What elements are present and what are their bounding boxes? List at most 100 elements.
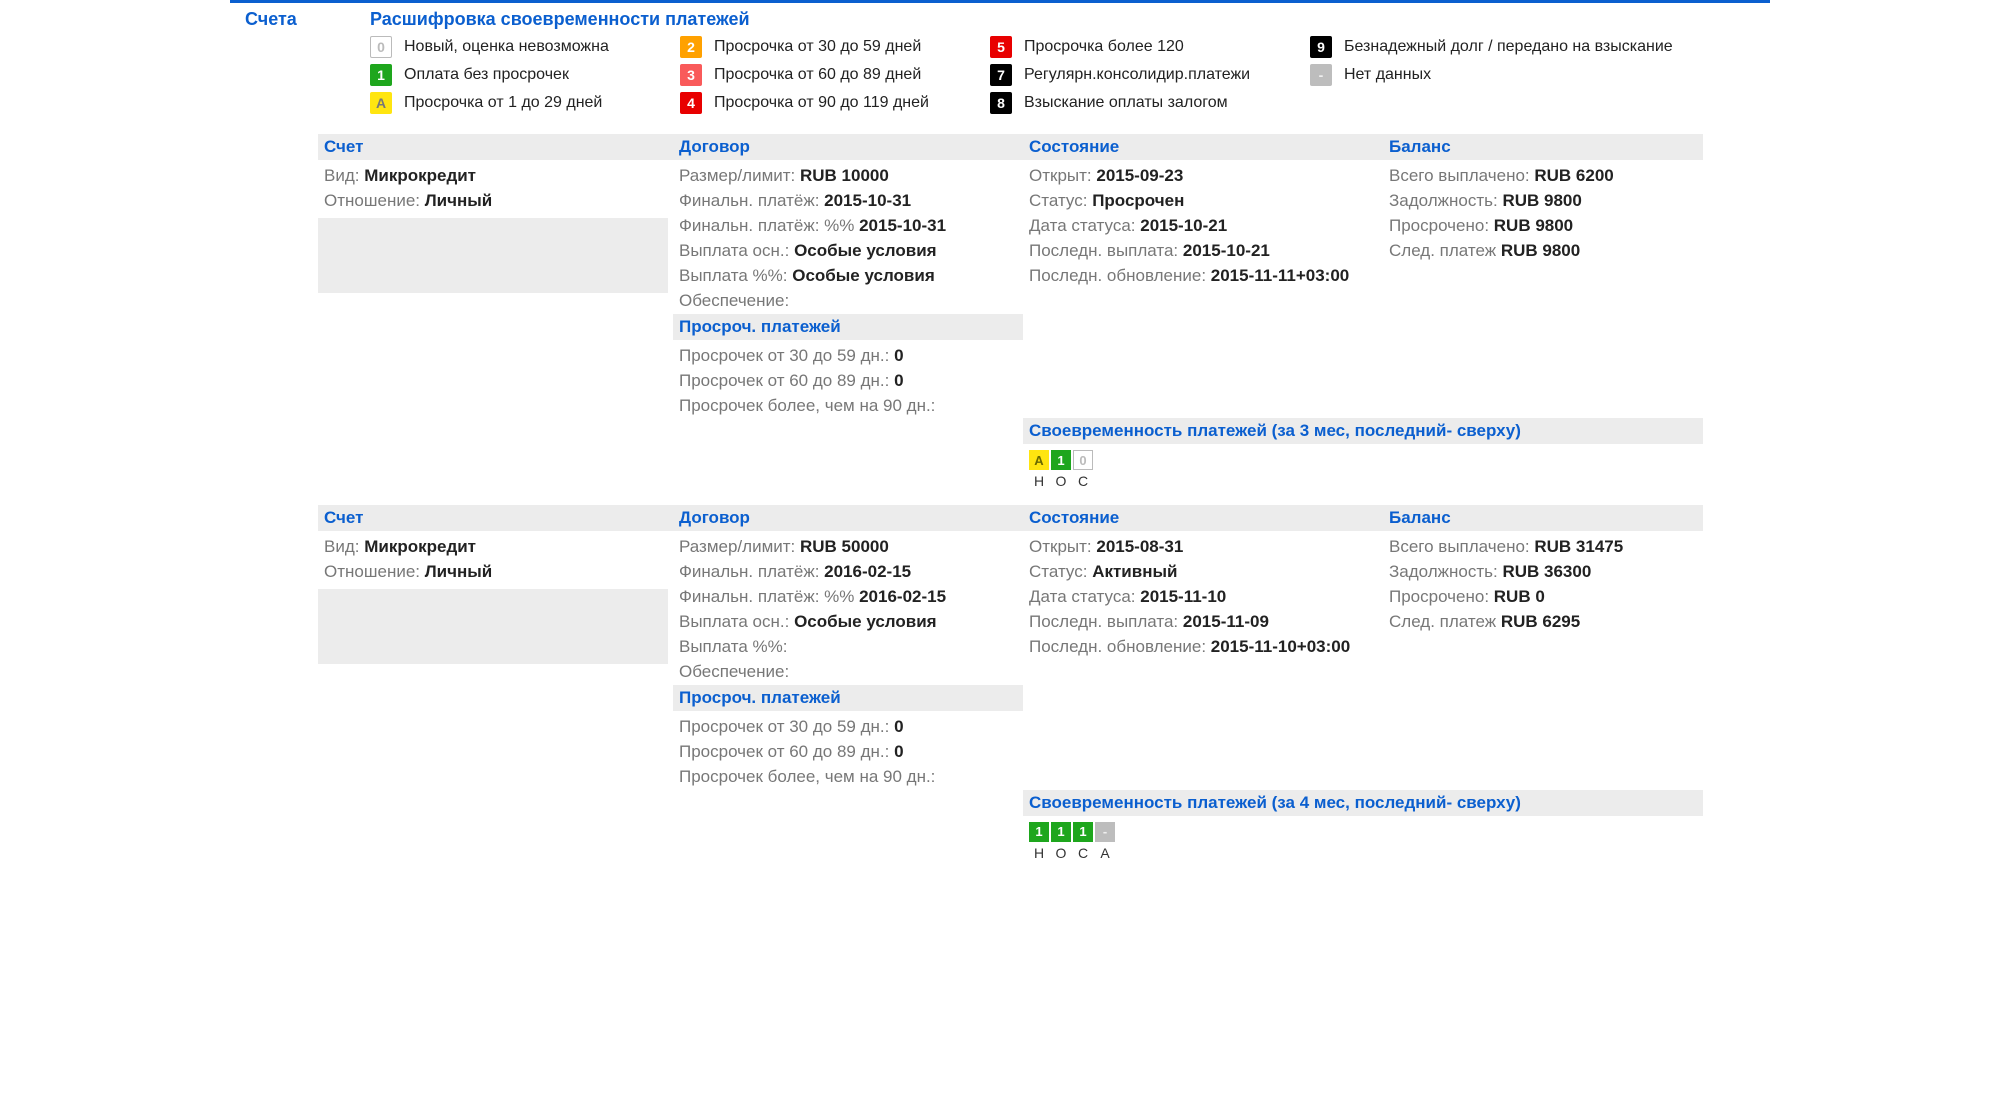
- field: Вид: Микрокредит: [318, 164, 673, 189]
- section-balance: Баланс: [1383, 505, 1703, 531]
- section-state: Состояние: [1023, 505, 1383, 531]
- field: Статус: Активный: [1023, 560, 1383, 585]
- legend-item: 7Регулярн.консолидир.платежи: [990, 64, 1310, 86]
- legend-chip: 9: [1310, 36, 1332, 58]
- field: Всего выплачено: RUB 6200: [1383, 164, 1703, 189]
- legend-chip: 0: [370, 36, 392, 58]
- header: Счета Расшифровка своевременности платеж…: [230, 9, 1770, 120]
- field: Отношение: Личный: [318, 189, 673, 214]
- legend-item: A Просрочка от 1 до 29 дней: [370, 92, 680, 114]
- legend-label: Нет данных: [1344, 66, 1431, 84]
- field: Просрочено: RUB 9800: [1383, 214, 1703, 239]
- timeliness-square: -: [1095, 822, 1115, 842]
- field: Размер/лимит: RUB 10000: [673, 164, 1023, 189]
- field: Финальн. платёж: %% 2016-02-15: [673, 585, 1023, 610]
- field: Последн. обновление: 2015-11-11+03:00: [1023, 264, 1383, 289]
- field: Просрочек от 30 до 59 дн.: 0: [673, 715, 1023, 740]
- legend-label: Оплата без просрочек: [404, 66, 569, 84]
- section-account: Счет: [318, 134, 673, 160]
- section-late: Просроч. платежей: [673, 685, 1023, 711]
- legend-item: 8 Взыскание оплаты залогом: [990, 92, 1310, 114]
- field: Последн. обновление: 2015-11-10+03:00: [1023, 635, 1383, 660]
- legend-item: 9 Безнадежный долг / передано на взыскани…: [1310, 36, 1730, 58]
- legend-item: 5 Просрочка более 120: [990, 36, 1310, 58]
- section-contract: Договор: [673, 134, 1023, 160]
- legend-chip: 5: [990, 36, 1012, 58]
- legend-label: Просрочка от 1 до 29 дней: [404, 94, 602, 112]
- field: Открыт: 2015-08-31: [1023, 535, 1383, 560]
- field: След. платеж RUB 9800: [1383, 239, 1703, 264]
- month-label: А: [1095, 845, 1115, 861]
- legend-chip: 8: [990, 92, 1012, 114]
- timeliness-square: 1: [1029, 822, 1049, 842]
- month-label: О: [1051, 845, 1071, 861]
- legend-label: Взыскание оплаты залогом: [1024, 94, 1228, 112]
- field: Открыт: 2015-09-23: [1023, 164, 1383, 189]
- field: Просрочено: RUB 0: [1383, 585, 1703, 610]
- field: Финальн. платёж: 2015-10-31: [673, 189, 1023, 214]
- field: След. платеж RUB 6295: [1383, 610, 1703, 635]
- field: Финальн. платёж: 2016-02-15: [673, 560, 1023, 585]
- field: Дата статуса: 2015-10-21: [1023, 214, 1383, 239]
- timeliness-square: A: [1029, 450, 1049, 470]
- field: Обеспечение:: [673, 660, 1023, 685]
- legend-chip: A: [370, 92, 392, 114]
- legend-label: Новый, оценка невозможна: [404, 38, 609, 56]
- section-balance: Баланс: [1383, 134, 1703, 160]
- legend-label: Регулярн.консолидир.платежи: [1024, 66, 1250, 84]
- account-block: Счет Вид: МикрокредитОтношение: Личный Дог…: [230, 134, 1770, 418]
- legend-label: Просрочка от 60 до 89 дней: [714, 66, 921, 84]
- field: Просрочек от 60 до 89 дн.: 0: [673, 740, 1023, 765]
- section-contract: Договор: [673, 505, 1023, 531]
- timeliness-square: 1: [1073, 822, 1093, 842]
- legend-chip: 4: [680, 92, 702, 114]
- month-label: С: [1073, 845, 1093, 861]
- field: Выплата осн.: Особые условия: [673, 239, 1023, 264]
- section-late: Просроч. платежей: [673, 314, 1023, 340]
- field: Статус: Просрочен: [1023, 189, 1383, 214]
- field: Вид: Микрокредит: [318, 535, 673, 560]
- field: Задолжность: RUB 9800: [1383, 189, 1703, 214]
- field: Дата статуса: 2015-11-10: [1023, 585, 1383, 610]
- timeliness-square: 1: [1051, 450, 1071, 470]
- legend-title: Расшифровка своевременности платежей: [370, 9, 1770, 30]
- month-label: О: [1051, 473, 1071, 489]
- legend-label: Просрочка от 30 до 59 дней: [714, 38, 921, 56]
- field: Отношение: Личный: [318, 560, 673, 585]
- legend-item: 0 Новый, оценка невозможна: [370, 36, 680, 58]
- field: Выплата осн.: Особые условия: [673, 610, 1023, 635]
- field: Выплата %%:: [673, 635, 1023, 660]
- legend-label: Просрочка от 90 до 119 дней: [714, 94, 929, 112]
- legend-chip: 3: [680, 64, 702, 86]
- legend-item: 3 Просрочка от 60 до 89 дней: [680, 64, 990, 86]
- field: Последн. выплата: 2015-10-21: [1023, 239, 1383, 264]
- month-label: С: [1073, 473, 1093, 489]
- page-title: Счета: [230, 9, 370, 120]
- legend-item: -Нет данных: [1310, 64, 1730, 86]
- section-account: Счет: [318, 505, 673, 531]
- field: Размер/лимит: RUB 50000: [673, 535, 1023, 560]
- legend-chip: 1: [370, 64, 392, 86]
- field: Последн. выплата: 2015-11-09: [1023, 610, 1383, 635]
- field: Просрочек от 30 до 59 дн.: 0: [673, 344, 1023, 369]
- field: Просрочек более, чем на 90 дн.:: [673, 394, 1023, 419]
- field: Задолжность: RUB 36300: [1383, 560, 1703, 585]
- section-timeliness: Своевременность платежей (за 4 мес, посл…: [1023, 790, 1703, 816]
- month-label: Н: [1029, 845, 1049, 861]
- empty-area: [318, 589, 668, 664]
- section-state: Состояние: [1023, 134, 1383, 160]
- section-timeliness: Своевременность платежей (за 3 мес, посл…: [1023, 418, 1703, 444]
- timeliness-block: Своевременность платежей (за 3 мес, посл…: [230, 418, 1770, 491]
- timeliness-block: Своевременность платежей (за 4 мес, посл…: [230, 790, 1770, 863]
- legend-item: 2Просрочка от 30 до 59 дней: [680, 36, 990, 58]
- legend-chip: -: [1310, 64, 1332, 86]
- field: Финальн. платёж: %% 2015-10-31: [673, 214, 1023, 239]
- field: Просрочек более, чем на 90 дн.:: [673, 765, 1023, 790]
- legend-label: Просрочка более 120: [1024, 38, 1184, 56]
- empty-area: [318, 218, 668, 293]
- legend-label: Безнадежный долг / передано на взыскание: [1344, 38, 1673, 56]
- timeliness-square: 0: [1073, 450, 1093, 470]
- field: Всего выплачено: RUB 31475: [1383, 535, 1703, 560]
- field: Просрочек от 60 до 89 дн.: 0: [673, 369, 1023, 394]
- account-block: Счет Вид: МикрокредитОтношение: Личный Дог…: [230, 505, 1770, 789]
